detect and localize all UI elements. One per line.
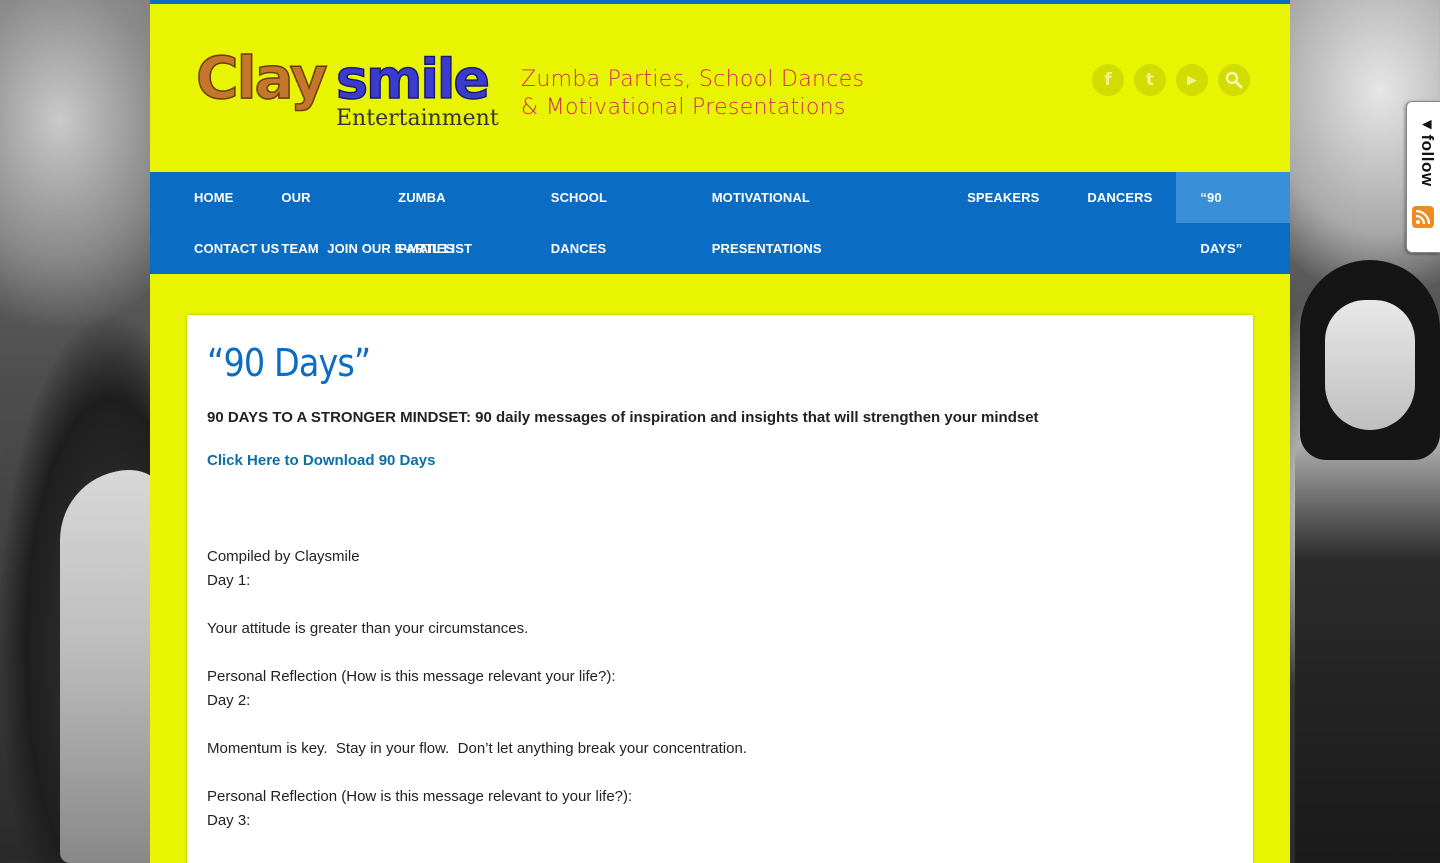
nav-item-our-team[interactable]: OUR TEAM bbox=[257, 172, 374, 256]
rss-icon[interactable] bbox=[1412, 206, 1434, 228]
day-2-message: Momentum is key. Stay in your flow. Don’… bbox=[207, 740, 747, 757]
tagline-line-1: Zumba Parties, School Dances bbox=[521, 67, 865, 92]
nav-item-contact-us[interactable]: CONTACT US bbox=[170, 223, 303, 274]
nav-row-1: HOME OUR TEAM ZUMBA PARTIES SCHOOL DANCE… bbox=[170, 172, 1290, 256]
nav-item-school-dances[interactable]: SCHOOL DANCES bbox=[527, 172, 688, 256]
nav-item-join-email-list[interactable]: JOIN OUR E-MAIL LIST bbox=[303, 223, 496, 274]
background-photo-person-right bbox=[1295, 430, 1440, 863]
follow-widget[interactable]: ◂follow bbox=[1406, 101, 1440, 253]
page-title: “90 Days” bbox=[207, 341, 371, 385]
logo-subtitle: Entertainment bbox=[336, 106, 499, 131]
download-link[interactable]: Click Here to Download 90 Days bbox=[207, 452, 435, 469]
logo-wordmark: Clay smile Entertainment bbox=[195, 43, 511, 134]
follow-label: ◂follow bbox=[1418, 114, 1437, 187]
nav-item-motivational-presentations[interactable]: MOTIVATIONAL PRESENTATIONS bbox=[688, 172, 943, 256]
logo-word-smile: smile bbox=[335, 47, 491, 112]
youtube-icon[interactable]: ▶ bbox=[1176, 64, 1208, 96]
nav-item-home[interactable]: HOME bbox=[170, 172, 257, 223]
twitter-icon[interactable]: t bbox=[1134, 64, 1166, 96]
nav-item-zumba-parties[interactable]: ZUMBA PARTIES bbox=[374, 172, 527, 256]
social-links: f t ▶ bbox=[1092, 64, 1250, 96]
facebook-icon[interactable]: f bbox=[1092, 64, 1124, 96]
site-logo[interactable]: Clay smile Entertainment Zumba Parties, … bbox=[195, 43, 864, 134]
logo-word-clay: Clay bbox=[195, 43, 328, 113]
nav-item-dancers[interactable]: DANCERS bbox=[1063, 172, 1176, 223]
page-container: Clay smile Entertainment Zumba Parties, … bbox=[150, 0, 1290, 863]
day-1-reflection: Personal Reflection (How is this message… bbox=[207, 668, 616, 685]
site-header: Clay smile Entertainment Zumba Parties, … bbox=[150, 4, 1290, 172]
compiled-by: Compiled by Claysmile bbox=[207, 548, 360, 565]
day-2-label: Day 2: bbox=[207, 692, 251, 709]
rss-glyph bbox=[1415, 209, 1431, 225]
search-icon[interactable] bbox=[1218, 64, 1250, 96]
day-3-label: Day 3: bbox=[207, 812, 251, 829]
day-1-label: Day 1: bbox=[207, 572, 251, 589]
day-1-message: Your attitude is greater than your circu… bbox=[207, 620, 529, 637]
nav-item-90-days[interactable]: “90 DAYS” bbox=[1176, 172, 1290, 256]
intro-text: 90 DAYS TO A STRONGER MINDSET: 90 daily … bbox=[207, 409, 1039, 426]
content-card: “90 Days” 90 DAYS TO A STRONGER MINDSET:… bbox=[187, 315, 1253, 863]
day-2-reflection: Personal Reflection (How is this message… bbox=[207, 788, 633, 805]
tagline-line-2: & Motivational Presentations bbox=[521, 95, 846, 120]
nav-item-speakers[interactable]: SPEAKERS bbox=[943, 172, 1063, 223]
site-tagline: Zumba Parties, School Dances & Motivatio… bbox=[521, 66, 864, 122]
background-photo-face bbox=[1325, 300, 1415, 430]
daily-messages: Compiled by Claysmile Day 1: Your attitu… bbox=[207, 545, 1233, 833]
main-navigation: HOME OUR TEAM ZUMBA PARTIES SCHOOL DANCE… bbox=[150, 172, 1290, 274]
search-glyph bbox=[1225, 71, 1243, 89]
nav-row-2: CONTACT US JOIN OUR E-MAIL LIST bbox=[170, 223, 496, 274]
